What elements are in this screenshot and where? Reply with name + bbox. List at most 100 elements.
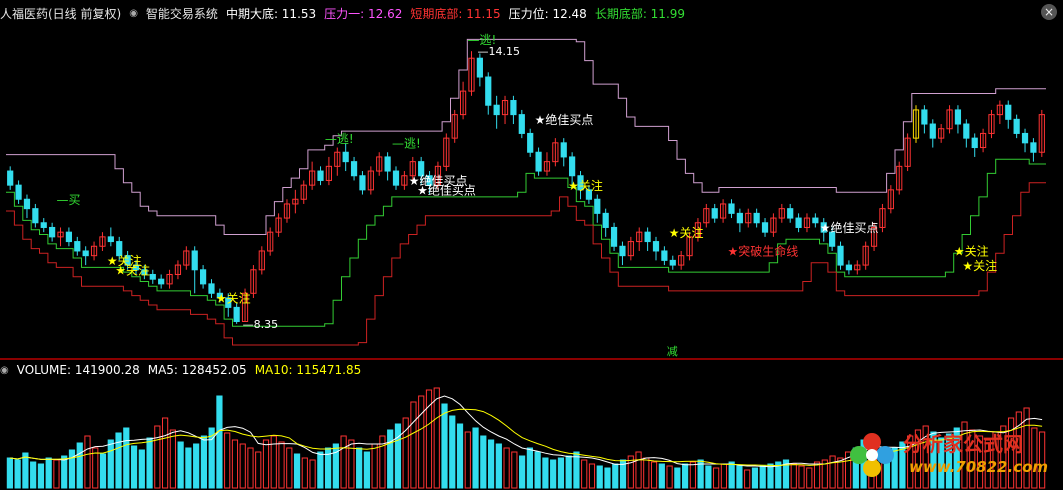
volume-bar [22,452,29,489]
signal-label: —逃! [392,137,421,151]
volume-bar [130,445,138,489]
volume-bar [573,451,580,489]
volume-bar [596,465,603,489]
volume-bar [123,427,130,489]
volume-bar [185,447,192,489]
volume-bar [682,463,689,489]
volume-bar [612,463,619,489]
ma10-value: MA10: 115471.85 [254,363,362,377]
volume-bar [216,395,223,489]
volume-bar [107,439,114,489]
candle-body [384,156,391,172]
volume-bar [115,432,122,489]
watermark-url: www.70822.com [909,458,1049,476]
signal-label: ★关注 [962,258,997,273]
signal-label: ★绝佳买点 [417,183,476,198]
price-chart[interactable]: —14.15—8.35—买★关注★关注★关注—逃! —逃!★绝佳买点★绝佳买点—逃… [0,0,1063,358]
volume-bar [751,467,759,489]
candle-body [610,226,618,247]
candle-body [359,175,366,191]
volume-bar [146,437,153,489]
volume-bar [798,465,805,489]
candle-body [652,241,660,252]
candle-body [40,222,47,228]
volume-bar [356,447,363,489]
volume-bar [14,459,21,489]
indicator-name[interactable]: 智能交易系统 [146,5,218,22]
volume-bar [519,455,526,489]
volume-bar [387,429,394,489]
volume-bar [262,439,270,489]
candle-body [32,208,39,224]
stock-title[interactable]: 人福医药(日线 前复权) [0,5,121,22]
volume-bar [340,435,347,489]
volume-bar [332,443,339,489]
signal-label: ★关注 [115,262,150,277]
signal-label: —逃! [467,33,496,47]
volume-bar [278,441,285,489]
volume-bar [61,455,68,489]
volume-dropdown-icon[interactable]: ◉ [0,365,9,376]
volume-bar [650,461,658,489]
candle-body [787,208,794,219]
volume-value: VOLUME: 141900.28 [16,363,140,377]
volume-bar [720,463,728,489]
resistance-line [6,38,1046,235]
candle-body [619,245,626,257]
volume-bar [84,435,91,489]
ma5-value: MA5: 128452.05 [147,363,247,377]
candle-body [149,273,156,280]
indicator-dropdown-icon[interactable]: ◉ [129,8,138,19]
volume-bar [410,401,417,489]
volume-bar [511,451,518,489]
support-line-low [6,182,1046,346]
volume-bar [705,465,712,489]
price-chart-pane[interactable]: —14.15 —8.35 —买 ★关注 ★关注 ★关注 —逃! —逃! ★绝佳买点 ★绝佳买点 —逃… [0,0,1063,358]
volume-bar [526,447,533,489]
signal-label: ★绝佳买点 [820,220,879,235]
volume-bar [177,441,184,489]
candle-body [7,170,14,186]
volume-bar [154,425,161,489]
volume-bar [99,453,107,489]
volume-header: ◉ VOLUME: 141900.28 MA5: 128452.05 MA10:… [0,362,361,378]
candle-body [476,57,483,78]
volume-bar [231,439,239,489]
volume-bar [76,442,83,489]
volume-bar [790,463,797,489]
candle-body [510,100,517,116]
signal-label: ★关注 [669,225,704,240]
volume-bar [433,387,440,489]
volume-bar [635,451,642,489]
candle-body [845,264,853,271]
volume-bar [503,447,510,489]
volume-bar [581,459,588,489]
volume-bar [449,415,456,489]
volume-bar [658,463,665,489]
candle-body [753,212,760,224]
volume-bar [418,395,425,489]
volume-bar [92,447,99,489]
price-header: 人福医药(日线 前复权) ◉ 智能交易系统 中期大底: 11.53 压力一: 12… [0,5,685,21]
candle-body [392,170,400,186]
candle-body [963,123,970,139]
volume-bar [301,457,308,489]
candle-body [74,241,81,252]
volume-bar [713,467,720,489]
volume-bar [138,449,145,489]
indicator-value: 压力位: 12.48 [508,6,587,21]
volume-bar [487,439,495,489]
close-icon[interactable]: × [1041,4,1057,20]
volume-bar [45,457,52,489]
signal-label: —逃! [325,132,354,146]
candle-body [971,137,978,149]
volume-bar [728,461,735,489]
candle-body [1030,142,1037,153]
candle-body [669,259,676,266]
volume-bar [193,443,200,489]
volume-bar [309,459,316,489]
candle-body [158,278,165,285]
volume-bar [53,459,60,489]
volume-bar [456,423,464,489]
volume-bar [348,439,355,489]
